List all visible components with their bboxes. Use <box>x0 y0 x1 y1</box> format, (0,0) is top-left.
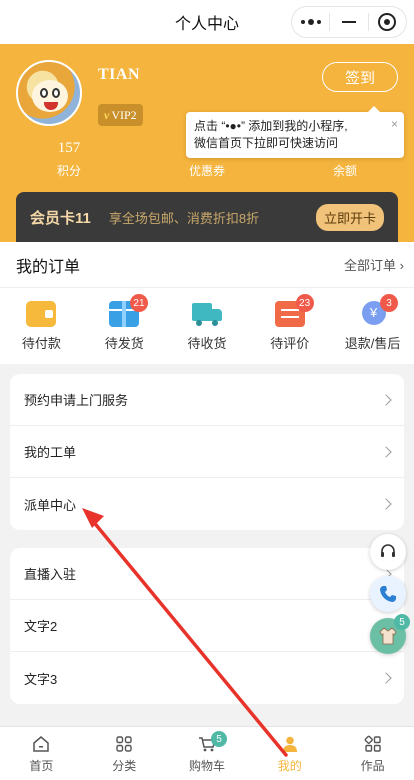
chevron-right-icon <box>380 445 392 458</box>
vip-icon: v <box>104 107 110 122</box>
vip-label: VIP2 <box>111 107 137 122</box>
order-pending-shipment[interactable]: 待发货 21 <box>83 288 166 364</box>
more-menu-button[interactable] <box>292 7 329 37</box>
badge: 5 <box>210 731 227 747</box>
minimize-button[interactable] <box>330 7 367 37</box>
clothing-icon <box>379 627 397 645</box>
stat-points[interactable]: 157 积分 <box>0 140 138 179</box>
phone-icon <box>380 586 396 602</box>
target-icon <box>378 13 397 31</box>
works-icon <box>364 735 381 752</box>
phone-button[interactable] <box>370 576 406 612</box>
tab-home[interactable]: 首页 <box>0 727 83 780</box>
mini-program-capsule <box>291 6 407 38</box>
tab-cart[interactable]: 购物车 5 <box>166 727 249 780</box>
order-pending-review[interactable]: 待评价 23 <box>248 288 331 364</box>
more-dots-icon <box>300 19 321 25</box>
member-card-name: 会员卡11 <box>30 209 91 227</box>
orders-title: 我的订单 <box>16 258 81 276</box>
vip-badge: v VIP2 <box>98 104 143 126</box>
close-icon[interactable]: × <box>391 116 398 133</box>
wallet-icon <box>26 300 57 327</box>
orders-section: 我的订单 全部订单 › 待付款 待发货 21 待收货 待评价 23 ¥ 退款/售… <box>0 242 414 364</box>
nav-bar: 个人中心 <box>0 0 414 44</box>
menu-item-my-tickets[interactable]: 我的工单 <box>10 426 404 478</box>
order-pending-payment[interactable]: 待付款 <box>0 288 83 364</box>
menu-item-text2[interactable]: 文字2 <box>10 600 404 652</box>
menu-item-text3[interactable]: 文字3 <box>10 652 404 704</box>
tab-mine[interactable]: 我的 <box>248 727 331 780</box>
order-pending-receipt[interactable]: 待收货 <box>166 288 249 364</box>
minimize-icon <box>341 21 356 23</box>
avatar[interactable] <box>16 60 82 126</box>
add-to-my-programs-tooltip: 点击 “•●•” 添加到我的小程序, 微信首页下拉即可快速访问 × <box>186 106 404 158</box>
profile-header: TIAN v VIP2 签到 › 157 积分 优惠券 余额 点击 “•●•” … <box>0 44 414 242</box>
chevron-right-icon <box>380 498 392 510</box>
gallery-button[interactable]: 5 <box>370 614 410 654</box>
service-menu-card: 预约申请上门服务 我的工单 派单中心 <box>10 374 404 530</box>
page-title: 个人中心 <box>174 16 239 33</box>
badge: 5 <box>394 614 410 630</box>
tab-bar: 首页 分类 购物车 5 我的 作品 <box>0 726 414 780</box>
truck-icon <box>191 301 222 327</box>
member-card-desc: 享全场包邮、消费折扣8折 <box>108 210 260 226</box>
home-icon <box>33 735 50 752</box>
menu-item-appointment[interactable]: 预约申请上门服务 <box>10 374 404 426</box>
extra-menu-card: 直播入驻 文字2 文字3 <box>10 548 404 704</box>
menu-item-dispatch-center[interactable]: 派单中心 <box>10 478 404 530</box>
headset-icon <box>381 544 395 557</box>
user-icon <box>282 736 297 752</box>
badge: 23 <box>295 294 314 312</box>
chevron-right-icon <box>380 393 392 406</box>
username: TIAN <box>98 66 141 83</box>
open-card-button[interactable]: 立即开卡 <box>315 203 384 231</box>
grid-icon <box>116 735 132 752</box>
signin-button[interactable]: 签到 <box>322 62 398 92</box>
tab-category[interactable]: 分类 <box>83 727 166 780</box>
badge: 3 <box>380 294 399 312</box>
all-orders-link[interactable]: 全部订单 › <box>344 255 404 274</box>
chevron-right-icon <box>380 672 392 684</box>
menu-item-live-join[interactable]: 直播入驻 <box>10 548 404 600</box>
close-program-button[interactable] <box>369 7 406 37</box>
customer-service-button[interactable] <box>370 534 406 570</box>
order-refund[interactable]: ¥ 退款/售后 3 <box>331 288 414 364</box>
badge: 21 <box>129 294 148 312</box>
tab-works[interactable]: 作品 <box>331 727 414 780</box>
member-card-banner[interactable]: 会员卡11 享全场包邮、消费折扣8折 立即开卡 <box>16 192 398 242</box>
